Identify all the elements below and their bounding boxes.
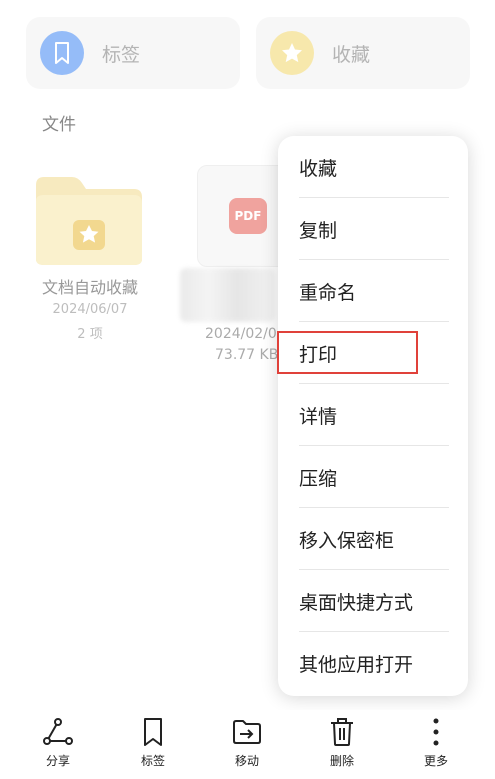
move-folder-icon — [232, 716, 262, 748]
menu-item-move-to-safe[interactable]: 移入保密柜 — [299, 508, 449, 570]
blurred-file-name — [180, 268, 275, 322]
menu-item-details[interactable]: 详情 — [299, 384, 449, 446]
pdf-icon: PDF — [229, 198, 267, 234]
tags-card[interactable]: 标签 — [26, 17, 240, 89]
move-label: 移动 — [234, 754, 259, 768]
bottom-action-bar: 分享 标签 移动 删除 更多 — [0, 710, 495, 779]
menu-item-rename[interactable]: 重命名 — [299, 260, 449, 322]
folder-name[interactable]: 文档自动收藏 — [30, 274, 150, 298]
delete-button[interactable]: 删除 — [307, 710, 377, 779]
trash-icon — [329, 716, 355, 748]
menu-item-copy[interactable]: 复制 — [299, 198, 449, 260]
more-label: 更多 — [423, 754, 448, 768]
bookmark-icon — [40, 31, 84, 75]
favorites-card[interactable]: 收藏 — [256, 17, 470, 89]
context-menu: 收藏 复制 重命名 打印 详情 压缩 移入保密柜 桌面快捷方式 其他应用打开 — [278, 136, 468, 696]
tags-card-label: 标签 — [102, 43, 141, 66]
menu-item-compress[interactable]: 压缩 — [299, 446, 449, 508]
menu-item-open-with[interactable]: 其他应用打开 — [299, 632, 449, 694]
menu-item-desktop-shortcut[interactable]: 桌面快捷方式 — [299, 570, 449, 632]
more-vertical-icon — [432, 716, 440, 748]
favorites-card-label: 收藏 — [332, 43, 371, 66]
file-date: 2024/02/0 — [205, 326, 277, 342]
more-button[interactable]: 更多 — [401, 710, 471, 779]
folder-date: 2024/06/07 — [52, 302, 128, 317]
share-icon — [43, 716, 73, 748]
star-icon — [270, 31, 314, 75]
bookmark-icon — [142, 716, 164, 748]
folder-count: 2 项 — [77, 327, 103, 342]
delete-label: 删除 — [329, 754, 354, 768]
menu-item-favorite[interactable]: 收藏 — [299, 136, 449, 198]
highlight-print-box — [277, 331, 418, 374]
tag-label: 标签 — [140, 754, 165, 768]
folder-icon[interactable] — [34, 175, 144, 267]
share-button[interactable]: 分享 — [23, 710, 93, 779]
move-button[interactable]: 移动 — [212, 710, 282, 779]
file-size: 73.77 KB — [215, 347, 279, 363]
share-label: 分享 — [45, 754, 70, 768]
section-title: 文件 — [42, 115, 76, 135]
tag-button[interactable]: 标签 — [118, 710, 188, 779]
